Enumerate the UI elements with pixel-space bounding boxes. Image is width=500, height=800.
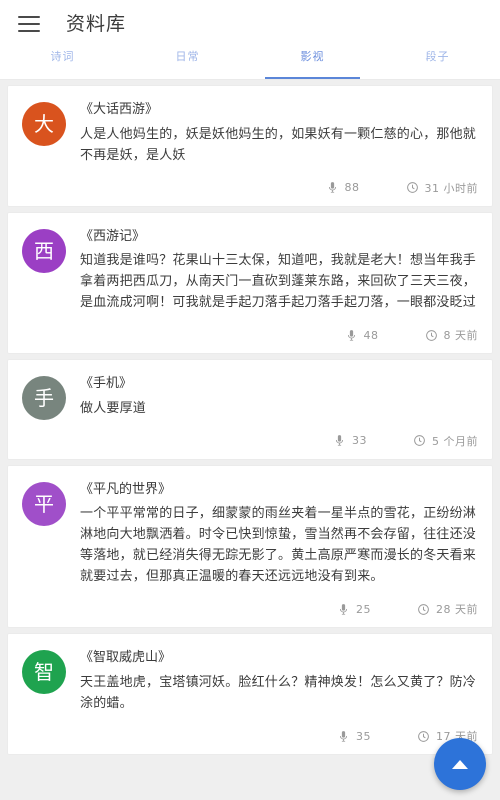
card-content: 《西游记》 知道我是谁吗？花果山十三太保，知道吧，我就是老大！想当年我手拿着两把…	[80, 225, 478, 346]
clock-icon	[417, 603, 430, 616]
tab-label: 诗词	[50, 50, 75, 63]
avatar-column: 西	[22, 225, 80, 346]
avatar-column: 手	[22, 372, 80, 451]
timestamp-meta: 5 个月前	[413, 433, 478, 449]
card-content: 《手机》 做人要厚道 33 5 个月前	[80, 372, 478, 451]
hamburger-menu-icon[interactable]	[18, 16, 40, 32]
card-footer: 25 28 天前	[80, 601, 478, 619]
card-title: 《智取威虎山》	[80, 650, 172, 666]
timestamp: 5 个月前	[432, 434, 478, 448]
card-body: 天王盖地虎，宝塔镇河妖。脸红什么？精神焕发！怎么又黄了？防冷涂的蜡。	[80, 674, 477, 712]
card-content: 《智取威虎山》 天王盖地虎，宝塔镇河妖。脸红什么？精神焕发！怎么又黄了？防冷涂的…	[80, 646, 478, 746]
card-body: 人是人他妈生的，妖是妖他妈生的，如果妖有一颗仁慈的心，那他就不再是妖，是人妖	[80, 126, 477, 163]
clock-icon	[406, 181, 419, 194]
tab-duanzi[interactable]: 段子	[375, 48, 500, 79]
tab-label: 日常	[175, 50, 200, 63]
tab-shici[interactable]: 诗词	[0, 48, 125, 79]
microphone-icon	[333, 434, 346, 447]
microphone-icon	[326, 181, 339, 194]
play-count-meta: 25	[337, 603, 371, 616]
list-item[interactable]: 平 《平凡的世界》 一个平平常常的日子，细蒙蒙的雨丝夹着一星半点的雪花，正纷纷淋…	[8, 465, 492, 628]
page-title: 资料库	[66, 12, 127, 35]
play-count: 35	[356, 729, 371, 743]
play-count: 48	[363, 328, 379, 342]
tab-label: 段子	[425, 50, 450, 63]
card-content: 《平凡的世界》 一个平平常常的日子，细蒙蒙的雨丝夹着一星半点的雪花，正纷纷淋淋地…	[80, 478, 478, 620]
list-item[interactable]: 手 《手机》 做人要厚道 33 5 个月前	[8, 360, 492, 459]
clock-icon	[413, 434, 426, 447]
timestamp-meta: 8 天前	[425, 327, 479, 343]
play-count-meta: 88	[326, 181, 360, 194]
play-count: 33	[352, 434, 367, 448]
avatar-column: 平	[22, 478, 80, 620]
microphone-icon	[337, 730, 350, 743]
card-content: 《大话西游》 人是人他妈生的，妖是妖他妈生的，如果妖有一颗仁慈的心，那他就不再是…	[80, 98, 478, 198]
play-count-meta: 33	[333, 434, 367, 447]
card-footer: 88 31 小时前	[80, 180, 478, 198]
app-bar: 资料库	[0, 0, 500, 48]
avatar: 手	[22, 376, 66, 421]
scroll-to-top-button[interactable]	[434, 738, 486, 790]
list-item[interactable]: 西 《西游记》 知道我是谁吗？花果山十三太保，知道吧，我就是老大！想当年我手拿着…	[8, 212, 492, 354]
microphone-icon	[337, 603, 350, 616]
avatar-column: 智	[22, 646, 80, 746]
card-title: 《手机》	[80, 376, 133, 392]
card-footer: 33 5 个月前	[80, 433, 478, 451]
play-count-meta: 48	[345, 329, 379, 342]
quote-feed-list[interactable]: 大 《大话西游》 人是人他妈生的，妖是妖他妈生的，如果妖有一颗仁慈的心，那他就不…	[0, 80, 500, 800]
card-title: 《西游记》	[80, 228, 146, 244]
list-item[interactable]: 智 《智取威虎山》 天王盖地虎，宝塔镇河妖。脸红什么？精神焕发！怎么又黄了？防冷…	[8, 634, 492, 755]
avatar: 平	[22, 481, 66, 526]
scroll-to-top-arrow-icon	[452, 759, 468, 769]
timestamp: 28 天前	[436, 603, 478, 617]
card-body: 做人要厚道	[80, 400, 147, 416]
card-body: 知道我是谁吗？花果山十三太保，知道吧，我就是老大！想当年我手拿着两把西瓜刀，从南…	[80, 253, 477, 311]
list-item[interactable]: 大 《大话西游》 人是人他妈生的，妖是妖他妈生的，如果妖有一颗仁慈的心，那他就不…	[8, 86, 492, 206]
clock-icon	[425, 329, 438, 342]
card-title: 《大话西游》	[80, 102, 159, 117]
avatar-column: 大	[22, 98, 80, 198]
timestamp-meta: 28 天前	[417, 601, 478, 617]
avatar: 大	[22, 102, 66, 146]
avatar: 西	[22, 228, 66, 273]
play-count: 25	[356, 602, 371, 616]
tab-bar: 诗词 日常 影视 段子	[0, 48, 500, 80]
play-count-meta: 35	[337, 730, 371, 743]
card-body: 一个平平常常的日子，细蒙蒙的雨丝夹着一星半点的雪花，正纷纷淋淋地向大地飘洒着。时…	[80, 506, 477, 585]
avatar: 智	[22, 650, 66, 695]
timestamp-meta: 31 小时前	[406, 180, 479, 196]
microphone-icon	[345, 329, 358, 342]
clock-icon	[417, 730, 430, 743]
card-footer: 35 17 天前	[80, 728, 478, 746]
timestamp: 31 小时前	[424, 181, 478, 195]
timestamp: 8 天前	[443, 329, 478, 343]
tab-richang[interactable]: 日常	[125, 48, 250, 79]
card-footer: 48 8 天前	[80, 327, 478, 345]
tab-label: 影视	[300, 50, 325, 63]
app-root: 资料库 诗词 日常 影视 段子 大 《大话西游》 人是人他妈生的，妖是妖他妈生的…	[0, 0, 500, 800]
play-count: 88	[344, 181, 360, 195]
tab-yingshi[interactable]: 影视	[250, 48, 375, 79]
card-title: 《平凡的世界》	[80, 481, 172, 497]
